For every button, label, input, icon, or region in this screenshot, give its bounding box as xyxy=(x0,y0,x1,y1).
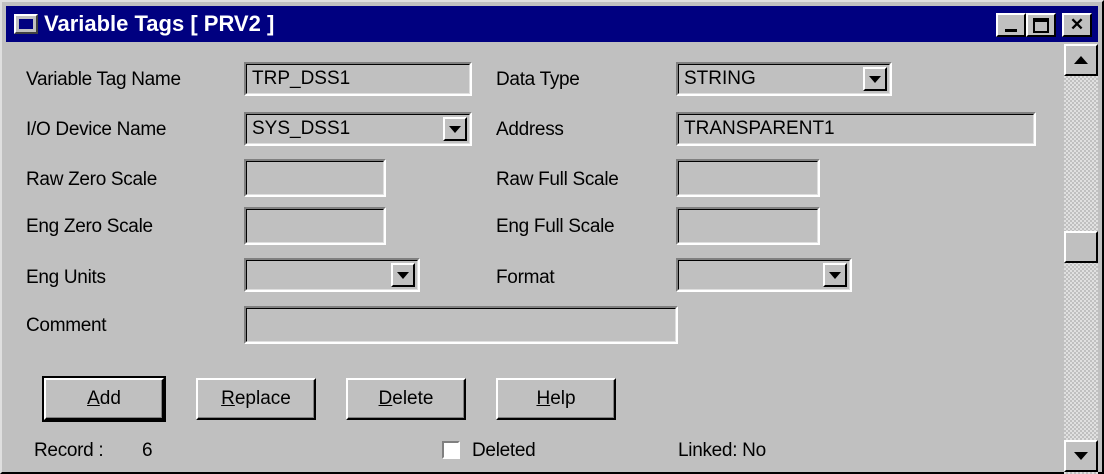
variable-tag-name-value: TRP_DSS1 xyxy=(252,68,351,89)
add-label: dd xyxy=(99,388,121,409)
raw-zero-scale-label: Raw Zero Scale xyxy=(26,169,157,190)
deleted-checkbox[interactable] xyxy=(442,441,460,459)
eng-units-dropdown[interactable] xyxy=(244,258,420,292)
deleted-label: Deleted xyxy=(472,440,536,461)
scrollbar-thumb[interactable] xyxy=(1064,231,1098,263)
comment-label: Comment xyxy=(26,315,107,336)
help-button[interactable]: Help xyxy=(496,378,616,420)
delete-hotkey: D xyxy=(378,388,393,409)
io-device-name-value: SYS_DSS1 xyxy=(252,118,351,139)
delete-button[interactable]: Delete xyxy=(346,378,466,420)
replace-hotkey: R xyxy=(221,388,235,409)
address-label: Address xyxy=(496,119,564,140)
window-title: Variable Tags [ PRV2 ] xyxy=(44,11,275,36)
eng-units-label: Eng Units xyxy=(26,267,106,288)
data-type-label: Data Type xyxy=(496,69,580,90)
variable-tag-name-label: Variable Tag Name xyxy=(26,69,181,90)
replace-label: eplace xyxy=(234,388,291,409)
minimize-button[interactable] xyxy=(996,13,1026,37)
variable-tag-name-field[interactable]: TRP_DSS1 xyxy=(244,62,472,96)
address-value: TRANSPARENT1 xyxy=(684,118,835,139)
system-menu-icon[interactable] xyxy=(14,14,38,34)
io-device-name-label: I/O Device Name xyxy=(26,119,167,140)
delete-label: elete xyxy=(392,388,434,409)
format-dropdown[interactable] xyxy=(676,258,852,292)
maximize-button[interactable] xyxy=(1026,13,1056,37)
eng-units-chevron-down-icon[interactable] xyxy=(391,263,415,287)
scroll-up-arrow-icon[interactable] xyxy=(1064,44,1098,76)
add-hotkey: A xyxy=(87,388,100,409)
data-type-dropdown[interactable]: STRING xyxy=(676,62,892,96)
replace-button[interactable]: Replace xyxy=(196,378,316,420)
raw-full-scale-field[interactable] xyxy=(676,159,820,197)
variable-tags-window: Variable Tags [ PRV2 ] ✕ Variable Tag Na… xyxy=(0,0,1104,474)
io-device-name-dropdown[interactable]: SYS_DSS1 xyxy=(244,112,472,146)
add-button[interactable]: Add xyxy=(42,376,166,422)
help-label: elp xyxy=(550,388,576,409)
title-bar[interactable]: Variable Tags [ PRV2 ] ✕ xyxy=(6,6,1098,42)
record-label: Record : xyxy=(34,440,104,461)
eng-zero-scale-field[interactable] xyxy=(244,207,386,245)
comment-field[interactable] xyxy=(244,306,678,344)
record-number: 6 xyxy=(142,440,153,461)
eng-zero-scale-label: Eng Zero Scale xyxy=(26,216,153,237)
eng-full-scale-field[interactable] xyxy=(676,207,820,245)
data-type-chevron-down-icon[interactable] xyxy=(863,67,887,91)
format-label: Format xyxy=(496,267,555,288)
vertical-scrollbar[interactable] xyxy=(1064,44,1098,474)
raw-full-scale-label: Raw Full Scale xyxy=(496,169,619,190)
data-type-value: STRING xyxy=(684,68,756,89)
format-chevron-down-icon[interactable] xyxy=(823,263,847,287)
close-button[interactable]: ✕ xyxy=(1062,13,1092,37)
linked-status: Linked: No xyxy=(678,440,766,461)
eng-full-scale-label: Eng Full Scale xyxy=(496,216,615,237)
io-device-chevron-down-icon[interactable] xyxy=(443,117,467,141)
address-field[interactable]: TRANSPARENT1 xyxy=(676,112,1036,146)
raw-zero-scale-field[interactable] xyxy=(244,159,386,197)
scroll-down-arrow-icon[interactable] xyxy=(1064,440,1098,472)
help-hotkey: H xyxy=(536,388,551,409)
